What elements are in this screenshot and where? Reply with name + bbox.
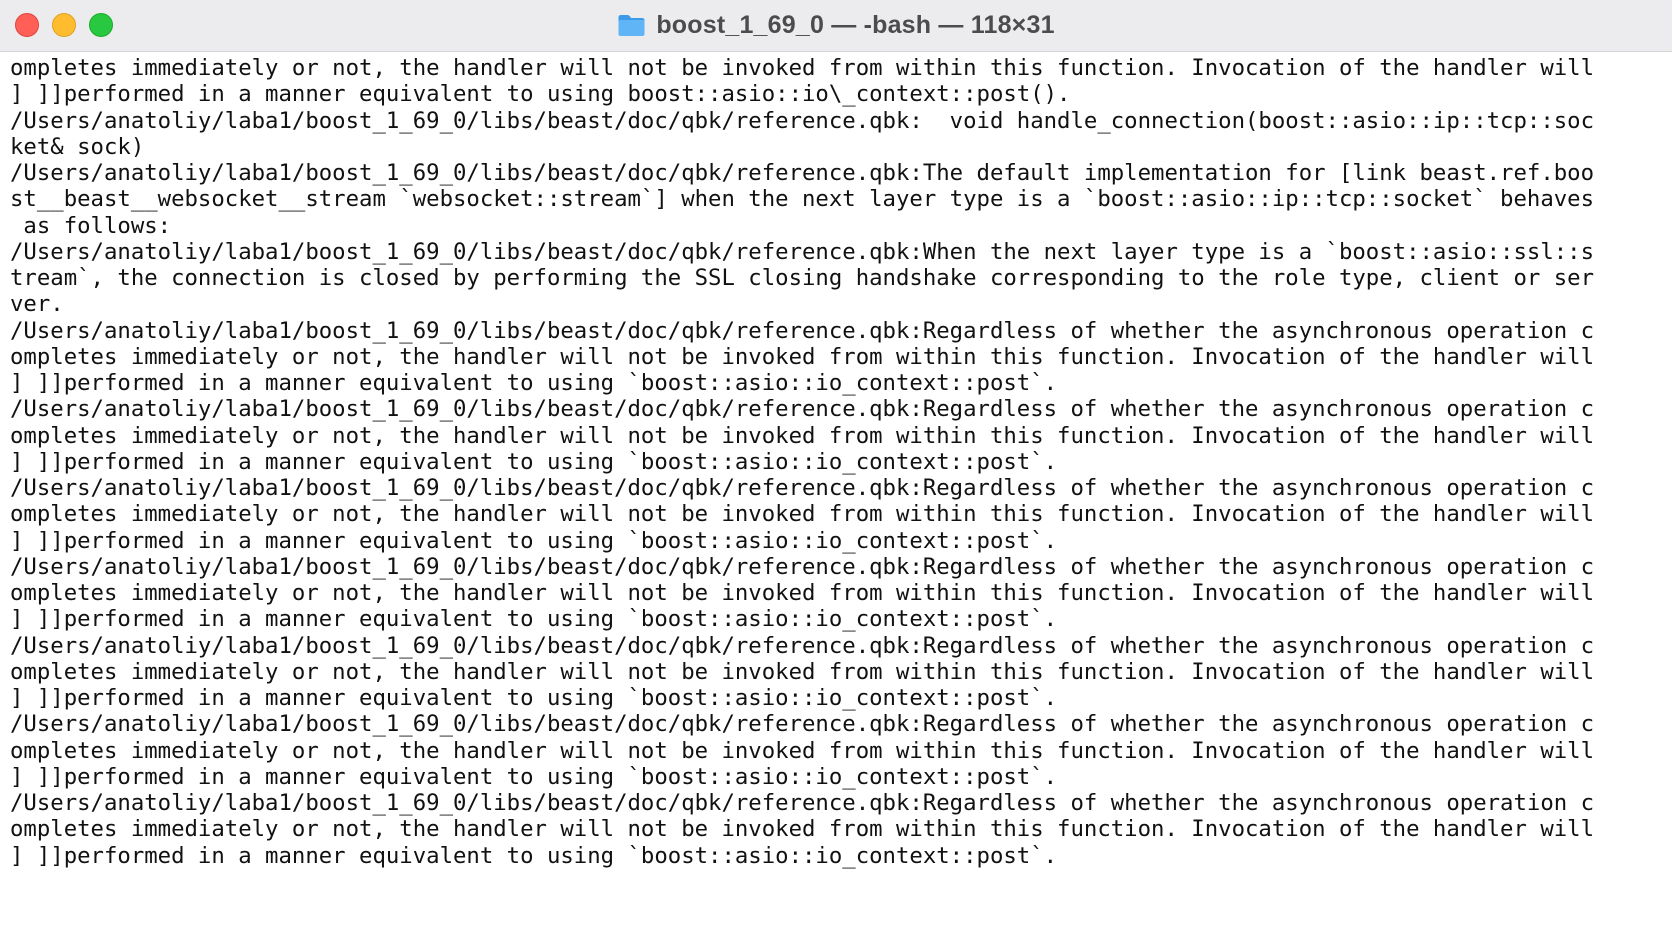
terminal-line: ompletes immediately or not, the handler… bbox=[10, 55, 1595, 81]
terminal-line: ompletes immediately or not, the handler… bbox=[10, 343, 1595, 370]
terminal-line: ] ]]performed in a manner equivalent to … bbox=[10, 448, 1058, 475]
terminal-line: ] ]]performed in a manner equivalent to … bbox=[10, 842, 1058, 869]
window-title: boost_1_69_0 — -bash — 118×31 bbox=[656, 10, 1055, 39]
terminal-line: ] ]]performed in a manner equivalent to … bbox=[10, 763, 1058, 790]
terminal-line: ver. bbox=[10, 291, 64, 318]
terminal-line: ] ]]performed in a manner equivalent to … bbox=[10, 370, 1058, 396]
window-title-group: boost_1_69_0 — -bash — 118×31 bbox=[0, 0, 1672, 50]
folder-icon bbox=[618, 15, 645, 36]
terminal-window: boost_1_69_0 — -bash — 118×31 ompletes i… bbox=[0, 0, 1672, 940]
terminal-line: st__beast__websocket__stream `websocket:… bbox=[10, 186, 1595, 213]
terminal-line: ] ]]performed in a manner equivalent to … bbox=[10, 527, 1058, 554]
terminal-line: ompletes immediately or not, the handler… bbox=[10, 580, 1595, 606]
title-bar[interactable]: boost_1_69_0 — -bash — 118×31 bbox=[0, 0, 1672, 52]
terminal-line: /Users/anatoliy/laba1/boost_1_69_0/libs/… bbox=[10, 317, 1595, 344]
terminal-line: ompletes immediately or not, the handler… bbox=[10, 501, 1595, 528]
terminal-line: ] ]]performed in a manner equivalent to … bbox=[10, 606, 1058, 633]
terminal-line: /Users/anatoliy/laba1/boost_1_69_0/libs/… bbox=[10, 160, 1595, 186]
terminal-line: /Users/anatoliy/laba1/boost_1_69_0/libs/… bbox=[10, 475, 1595, 501]
terminal-line: /Users/anatoliy/laba1/boost_1_69_0/libs/… bbox=[10, 396, 1595, 423]
terminal-line: as follows: bbox=[10, 212, 172, 239]
terminal-line: /Users/anatoliy/laba1/boost_1_69_0/libs/… bbox=[10, 632, 1595, 659]
terminal-line: /Users/anatoliy/laba1/boost_1_69_0/libs/… bbox=[10, 553, 1595, 580]
terminal-line: ompletes immediately or not, the handler… bbox=[10, 422, 1595, 449]
terminal-line: /Users/anatoliy/laba1/boost_1_69_0/libs/… bbox=[10, 107, 1595, 134]
terminal-line: /Users/anatoliy/laba1/boost_1_69_0/libs/… bbox=[10, 711, 1595, 738]
terminal-output[interactable]: ompletes immediately or not, the handler… bbox=[10, 55, 1665, 875]
terminal-line: ket& sock) bbox=[10, 133, 145, 160]
terminal-line: tream`, the connection is closed by perf… bbox=[10, 265, 1595, 291]
terminal-line: ompletes immediately or not, the handler… bbox=[10, 658, 1595, 685]
terminal-line: ompletes immediately or not, the handler… bbox=[10, 816, 1595, 843]
terminal-line: ] ]]performed in a manner equivalent to … bbox=[10, 81, 1071, 108]
terminal-line: /Users/anatoliy/laba1/boost_1_69_0/libs/… bbox=[10, 238, 1595, 265]
terminal-line: ompletes immediately or not, the handler… bbox=[10, 737, 1595, 764]
terminal-line: ] ]]performed in a manner equivalent to … bbox=[10, 685, 1058, 711]
terminal-bottom-padding bbox=[0, 878, 1672, 940]
terminal-line: /Users/anatoliy/laba1/boost_1_69_0/libs/… bbox=[10, 790, 1595, 816]
